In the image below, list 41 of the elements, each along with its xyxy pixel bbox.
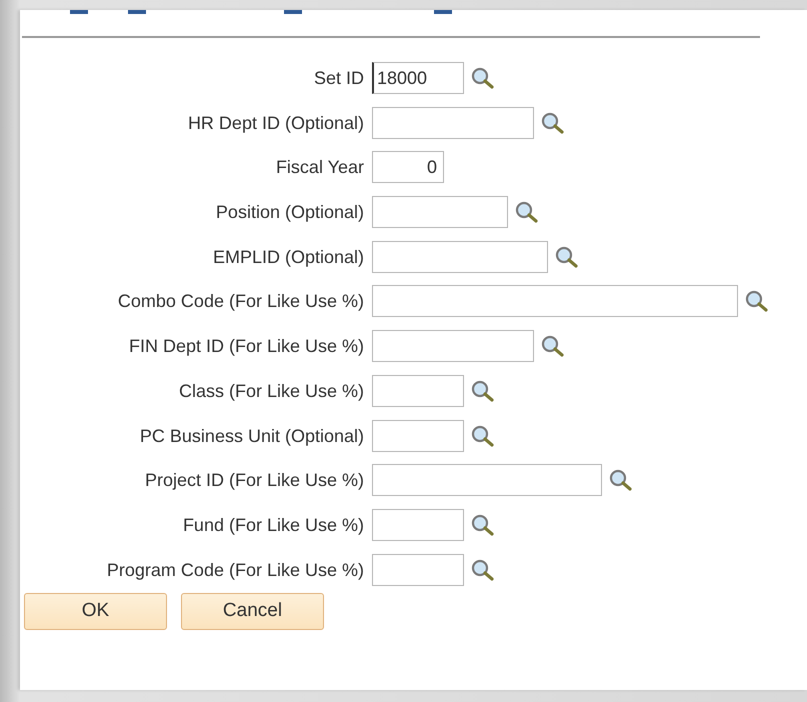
ok-button[interactable]: OK	[24, 592, 167, 630]
input-field[interactable]	[372, 420, 464, 452]
search-icon[interactable]	[540, 112, 566, 134]
input-field[interactable]	[372, 240, 548, 273]
field-label: PC Business Unit (Optional)	[140, 424, 364, 448]
input-field[interactable]	[372, 285, 738, 318]
field-label: EMPLID (Optional)	[212, 246, 364, 269]
field-label: Combo Code (For Like Use %)	[118, 290, 364, 314]
search-icon[interactable]	[540, 335, 566, 358]
underline-mark	[434, 10, 452, 14]
search-icon[interactable]	[514, 201, 540, 224]
search-icon[interactable]	[470, 67, 496, 89]
search-icon[interactable]	[744, 290, 770, 312]
field-label: Position (Optional)	[216, 201, 364, 224]
input-field[interactable]	[372, 464, 602, 496]
field-label: HR Dept ID (Optional)	[188, 112, 364, 135]
field-label: Fund (For Like Use %)	[182, 514, 364, 537]
input-field[interactable]	[372, 374, 464, 407]
search-icon[interactable]	[470, 558, 496, 581]
search-icon[interactable]	[470, 424, 496, 446]
input-field[interactable]	[372, 330, 534, 362]
input-field[interactable]	[372, 106, 534, 139]
input-field[interactable]	[372, 554, 464, 586]
input-field[interactable]	[372, 508, 464, 541]
underline-mark	[284, 10, 302, 14]
field-label: Fiscal Year	[276, 156, 364, 180]
input-field[interactable]	[372, 196, 508, 228]
input-field[interactable]: 18000	[372, 62, 464, 94]
search-icon[interactable]	[608, 469, 634, 492]
field-label: Program Code (For Like Use %)	[106, 558, 364, 582]
underline-mark	[128, 10, 146, 14]
input-field[interactable]: 0	[372, 151, 444, 184]
field-label: Set ID	[314, 67, 364, 90]
search-icon[interactable]	[554, 246, 580, 268]
field-label: Class (For Like Use %)	[178, 380, 364, 403]
search-icon[interactable]	[470, 514, 496, 536]
field-label: Project ID (For Like Use %)	[144, 469, 364, 492]
search-icon[interactable]	[470, 380, 496, 402]
underline-mark	[70, 10, 88, 14]
cancel-button[interactable]: Cancel	[181, 592, 324, 630]
field-label: FIN Dept ID (For Like Use %)	[128, 335, 364, 358]
